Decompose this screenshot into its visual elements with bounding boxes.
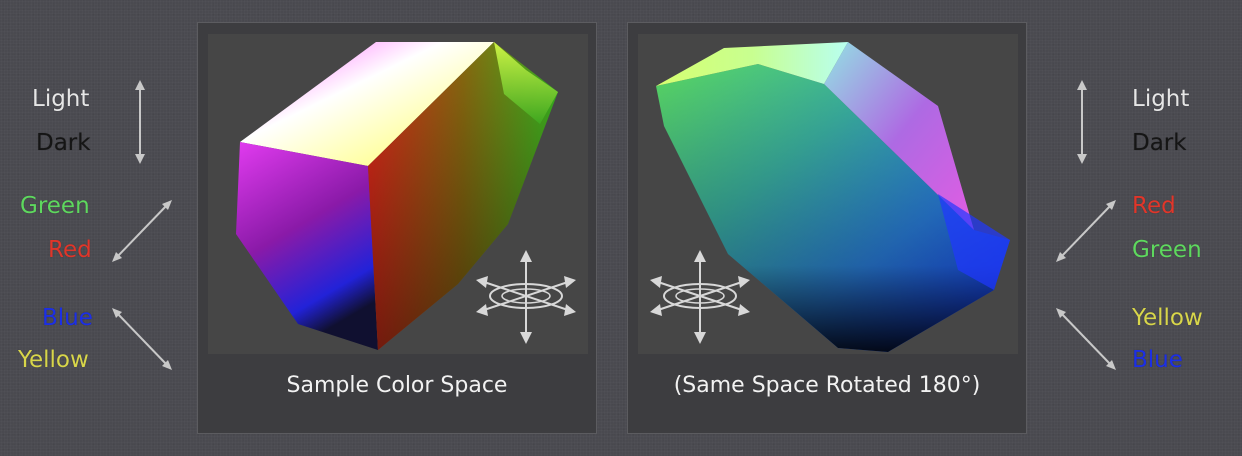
- rotated-color-solid-image: [650, 42, 1010, 352]
- color-solid-image: [236, 42, 576, 350]
- rotate-3d-icon[interactable]: [476, 250, 576, 344]
- rotated-color-space-viewport[interactable]: [638, 34, 1018, 354]
- vertical-arrow-icon: [1077, 80, 1087, 164]
- legend-light-label: Light: [32, 86, 90, 112]
- legend-yellow-label: Yellow: [18, 347, 89, 373]
- color-space-viewport[interactable]: [208, 34, 588, 354]
- legend-green-label: Green: [20, 193, 90, 219]
- vertical-arrow-icon: [135, 80, 145, 164]
- diagonal-arrow-icon: [1056, 200, 1116, 262]
- diagonal-arrow-icon: [112, 308, 172, 370]
- diagonal-arrow-icon: [112, 200, 172, 262]
- legend-blue-label: Blue: [1132, 347, 1183, 373]
- rotate-3d-icon[interactable]: [650, 250, 750, 344]
- legend-red-label: Red: [48, 237, 92, 263]
- legend-dark-label: Dark: [36, 130, 91, 156]
- legend-dark-label: Dark: [1132, 130, 1187, 156]
- diagonal-arrow-icon: [1056, 308, 1116, 370]
- legend-light-label: Light: [1132, 86, 1190, 112]
- legend-yellow-label: Yellow: [1132, 305, 1203, 331]
- legend-red-label: Red: [1132, 193, 1176, 219]
- panel-caption: Sample Color Space: [286, 373, 508, 398]
- legend-green-label: Green: [1132, 237, 1202, 263]
- rotated-color-space-panel: (Same Space Rotated 180°): [627, 22, 1027, 434]
- panel-caption: (Same Space Rotated 180°): [673, 373, 981, 398]
- legend-blue-label: Blue: [42, 305, 93, 331]
- color-space-panel: Sample Color Space: [197, 22, 597, 434]
